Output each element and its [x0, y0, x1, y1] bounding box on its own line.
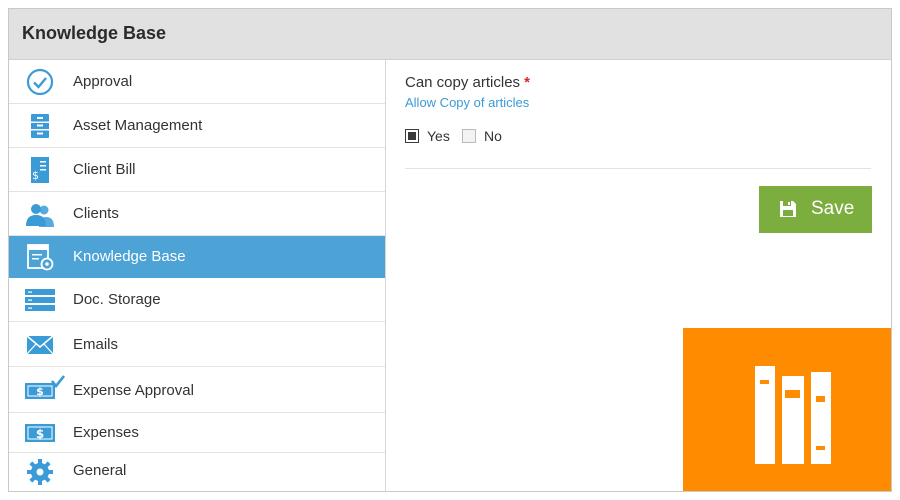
svg-text:$: $	[36, 427, 44, 441]
panel-header: Knowledge Base	[9, 9, 891, 60]
sidebar-item-expenses[interactable]: $ Expenses	[9, 413, 385, 453]
sidebar-item-label: Knowledge Base	[73, 248, 186, 265]
sidebar-item-client-bill[interactable]: $ Client Bill	[9, 148, 385, 192]
required-marker: *	[524, 74, 530, 91]
settings-sidebar: Approval Asset Management $ Client Bill …	[9, 60, 386, 491]
envelope-icon	[25, 330, 55, 360]
sidebar-item-label: General	[73, 462, 127, 479]
copy-articles-help: Allow Copy of articles	[405, 95, 530, 110]
sidebar-item-emails[interactable]: Emails	[9, 322, 385, 367]
cabinet-icon	[25, 111, 55, 141]
sidebar-item-asset-management[interactable]: Asset Management	[9, 104, 385, 148]
svg-text:$: $	[36, 385, 44, 398]
sidebar-item-knowledge-base[interactable]: Knowledge Base	[9, 236, 385, 278]
gear-icon	[25, 457, 55, 487]
knowledge-base-icon	[25, 242, 55, 272]
sidebar-item-label: Asset Management	[73, 117, 203, 134]
sidebar-item-clients[interactable]: Clients	[9, 192, 385, 236]
yes-option-label: Yes	[427, 128, 450, 144]
svg-text:$: $	[32, 169, 39, 182]
sidebar-item-label: Client Bill	[73, 161, 136, 178]
sidebar-item-general[interactable]: General	[9, 453, 385, 491]
bill-icon: $	[25, 155, 55, 185]
field-label-text: Can copy articles	[405, 74, 521, 91]
copy-articles-label: Can copy articles *	[405, 74, 530, 91]
check-circle-icon	[25, 67, 55, 97]
sidebar-item-label: Clients	[73, 205, 119, 222]
page-title: Knowledge Base	[22, 23, 167, 43]
no-checkbox[interactable]	[462, 129, 476, 143]
no-option-label: No	[484, 128, 502, 144]
settings-content: Can copy articles * Allow Copy of article…	[387, 60, 891, 491]
money-icon: $	[25, 418, 55, 448]
yes-checkbox[interactable]	[405, 129, 419, 143]
sidebar-item-label: Expenses	[73, 424, 139, 441]
save-button[interactable]: Save	[759, 186, 872, 233]
sidebar-item-label: Expense Approval	[73, 382, 194, 399]
sidebar-item-approval[interactable]: Approval	[9, 60, 385, 104]
sidebar-item-expense-approval[interactable]: $ Expense Approval	[9, 367, 385, 413]
promo-tile	[683, 328, 891, 491]
books-icon	[755, 366, 831, 464]
save-button-label: Save	[811, 198, 855, 219]
sidebar-item-label: Emails	[73, 336, 119, 353]
sidebar-item-label: Approval	[73, 73, 133, 90]
knowledge-base-panel: Knowledge Base Approval Asset Management…	[8, 8, 892, 492]
divider	[405, 168, 871, 169]
money-check-icon: $	[25, 374, 65, 404]
floppy-disk-icon	[779, 200, 797, 218]
users-icon	[25, 200, 55, 230]
sidebar-item-label: Doc. Storage	[73, 291, 161, 308]
sidebar-item-doc-storage[interactable]: Doc. Storage	[9, 278, 385, 322]
storage-icon	[25, 285, 55, 315]
